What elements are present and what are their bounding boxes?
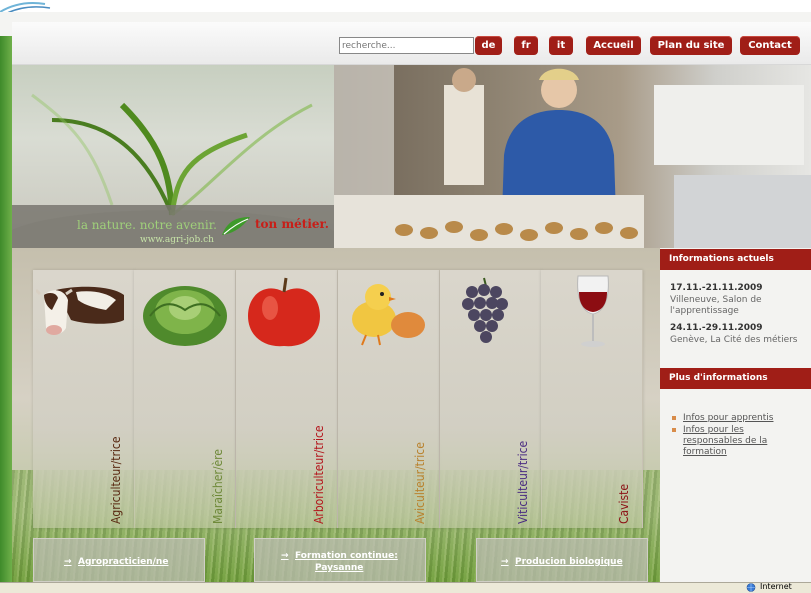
profession-label-arboriculteur[interactable]: Arboriculteur/trice	[312, 425, 326, 524]
left-rail	[0, 36, 12, 592]
browser-status-bar	[0, 582, 811, 593]
slogan-highlight: ton métier.	[255, 217, 329, 231]
profession-label-agriculteur[interactable]: Agriculteur/trice	[109, 437, 123, 525]
bottom-link-agropracticien[interactable]: → Agropracticien/ne	[33, 538, 205, 582]
site-url: www.agri-job.ch	[140, 235, 214, 245]
link-infos-responsables[interactable]: Infos pour les	[683, 425, 744, 436]
contact-button[interactable]: Contact	[740, 36, 800, 55]
profession-label-caviste[interactable]: Caviste	[617, 484, 631, 524]
lang-de-button[interactable]: de	[475, 36, 502, 55]
link-infos-apprentis[interactable]: Infos pour apprentis	[683, 413, 773, 424]
cow-icon	[36, 286, 124, 335]
bottom-link-production-biologique[interactable]: → Producion biologique	[476, 538, 648, 582]
news-text: Genève, La Cité des métiers	[670, 335, 798, 345]
arrow-right-icon: →	[64, 557, 72, 567]
status-zone: Internet	[760, 582, 792, 591]
more-info-title: Plus d'informations	[660, 368, 811, 389]
arrow-right-icon: →	[501, 557, 509, 567]
news-text: Villeneuve, Salon de	[670, 295, 762, 305]
search-input[interactable]	[339, 37, 474, 54]
apple-icon	[248, 277, 320, 347]
bottom-link-label: Agropracticien/ne	[78, 557, 169, 567]
lettuce-icon	[143, 286, 227, 346]
news-date: 17.11.-21.11.2009	[670, 283, 763, 293]
link-infos-responsables[interactable]: formation	[683, 447, 727, 458]
news-date: 24.11.-29.11.2009	[670, 323, 763, 333]
workers-photo-icon	[334, 65, 811, 248]
sitemap-button[interactable]: Plan du site	[650, 36, 732, 55]
bullet-icon	[672, 416, 676, 420]
hero-workers-image	[334, 65, 811, 248]
profession-label-viticulteur[interactable]: Viticulteur/trice	[516, 441, 530, 524]
slogan-text: la nature. notre avenir.	[77, 218, 217, 232]
lang-it-button[interactable]: it	[549, 36, 573, 55]
wine-glass-icon	[577, 275, 609, 347]
link-infos-responsables[interactable]: responsables de la	[683, 436, 767, 447]
chick-icon	[352, 284, 425, 346]
lang-fr-button[interactable]: fr	[514, 36, 538, 55]
leaf-logo-icon	[222, 217, 250, 235]
bullet-icon	[672, 428, 676, 432]
bottom-link-formation-continue[interactable]: → Formation continue: Paysanne	[254, 538, 426, 582]
bottom-link-label: Paysanne	[315, 563, 364, 573]
home-button[interactable]: Accueil	[586, 36, 641, 55]
news-title: Informations actuels	[660, 249, 811, 270]
news-text: l'apprentissage	[670, 306, 739, 316]
globe-icon	[746, 583, 756, 592]
arrow-right-icon: →	[281, 551, 289, 561]
bottom-link-label: Producion biologique	[515, 557, 623, 567]
profession-label-maraicher[interactable]: Maraîcher/ère	[211, 449, 225, 524]
grape-icon	[462, 277, 508, 343]
bottom-link-label: Formation continue:	[295, 551, 398, 561]
profession-label-aviculteur[interactable]: Aviculteur/trice	[413, 442, 427, 524]
